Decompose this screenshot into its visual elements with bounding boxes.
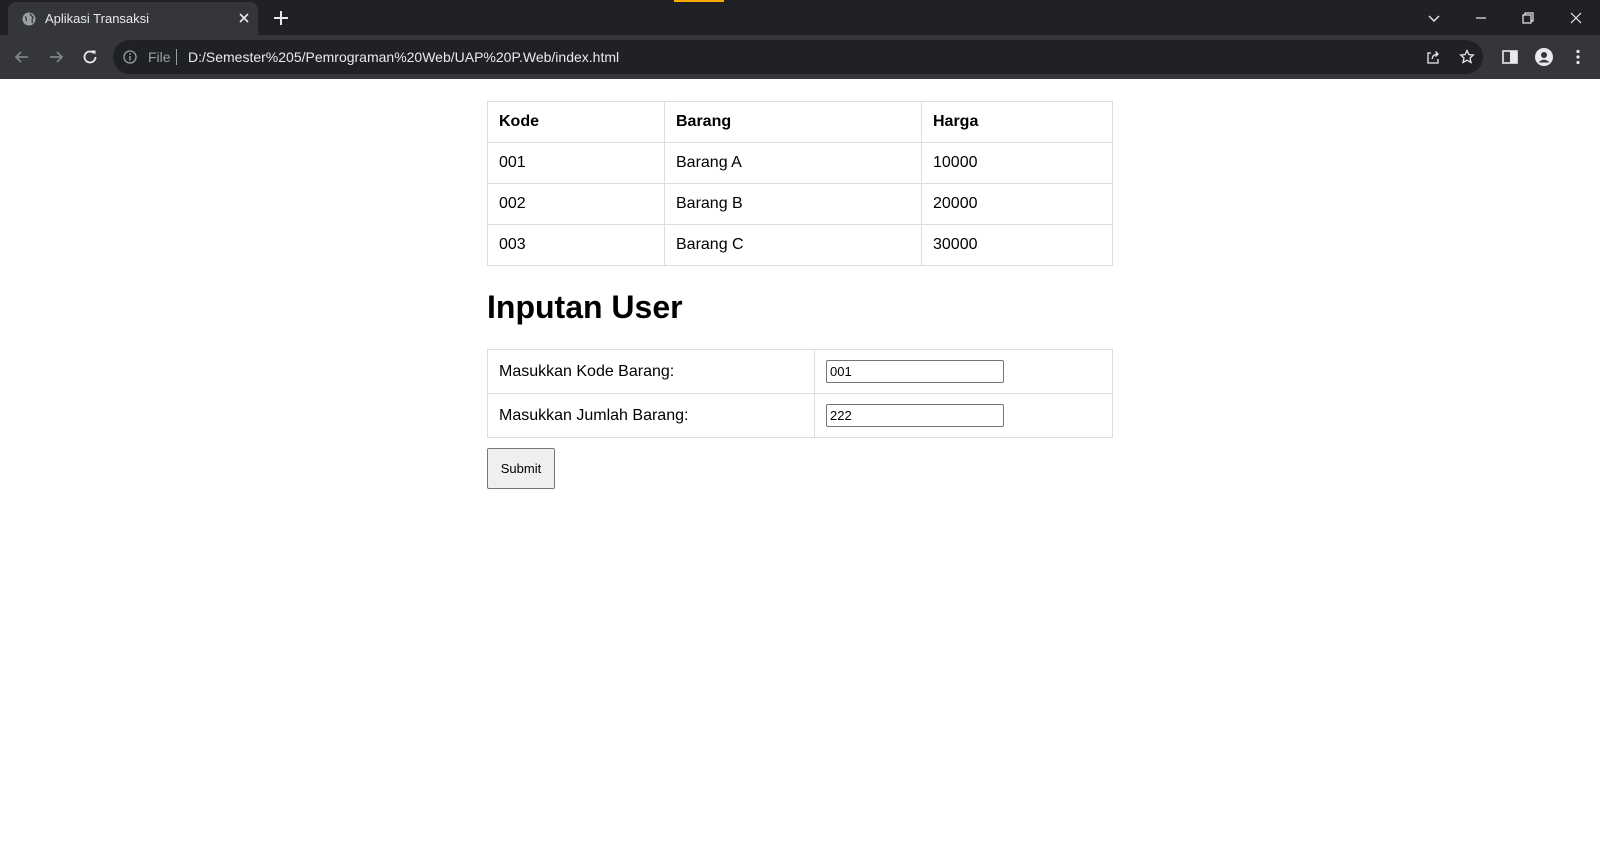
minimize-icon[interactable]: [1471, 8, 1491, 28]
forward-arrow-icon[interactable]: [46, 47, 66, 67]
reload-icon[interactable]: [80, 47, 100, 67]
cell-harga: 30000: [921, 224, 1113, 266]
url-scheme-label: File: [148, 49, 171, 65]
submit-button[interactable]: Submit: [487, 448, 555, 489]
jumlah-label: Masukkan Jumlah Barang:: [487, 393, 815, 438]
new-tab-icon[interactable]: [272, 9, 290, 27]
table-row: 003 Barang C 30000: [487, 224, 1113, 266]
restore-icon[interactable]: [1518, 8, 1538, 28]
jumlah-input-cell: [814, 393, 1113, 438]
kode-barang-input[interactable]: [826, 360, 1004, 383]
browser-toolbar: File D:/Semester%205/Pemrograman%20Web/U…: [0, 35, 1600, 79]
cell-harga: 20000: [921, 183, 1113, 225]
address-bar[interactable]: File D:/Semester%205/Pemrograman%20Web/U…: [113, 40, 1483, 74]
bookmark-star-icon[interactable]: [1459, 49, 1475, 65]
table-row: 001 Barang A 10000: [487, 142, 1113, 184]
product-table: Kode Barang Harga 001 Barang A 10000 002…: [487, 101, 1113, 266]
table-header-row: Kode Barang Harga: [487, 101, 1113, 143]
page-content: Kode Barang Harga 001 Barang A 10000 002…: [487, 101, 1113, 489]
browser-titlebar: Aplikasi Transaksi: [0, 0, 1600, 35]
globe-icon: [22, 12, 36, 26]
cell-harga: 10000: [921, 142, 1113, 184]
cell-kode: 001: [487, 142, 665, 184]
profile-avatar-icon[interactable]: [1534, 47, 1554, 67]
header-harga: Harga: [921, 101, 1113, 143]
close-window-icon[interactable]: [1566, 8, 1586, 28]
window-accent-bar: [674, 0, 724, 2]
back-arrow-icon[interactable]: [12, 47, 32, 67]
close-tab-icon[interactable]: [236, 10, 252, 26]
tab-title: Aplikasi Transaksi: [45, 11, 150, 26]
side-panel-icon[interactable]: [1500, 47, 1520, 67]
kode-input-cell: [814, 349, 1113, 394]
table-row: 002 Barang B 20000: [487, 183, 1113, 225]
cell-barang: Barang C: [664, 224, 922, 266]
menu-kebab-icon[interactable]: [1568, 47, 1588, 67]
header-barang: Barang: [664, 101, 922, 143]
info-icon[interactable]: [123, 50, 137, 64]
browser-tab[interactable]: Aplikasi Transaksi: [8, 2, 258, 35]
cell-kode: 002: [487, 183, 665, 225]
jumlah-barang-input[interactable]: [826, 404, 1004, 427]
form-row-jumlah: Masukkan Jumlah Barang:: [487, 393, 1113, 438]
omnibox-divider: [176, 49, 177, 65]
header-kode: Kode: [487, 101, 665, 143]
url-text[interactable]: D:/Semester%205/Pemrograman%20Web/UAP%20…: [188, 49, 619, 65]
input-form-table: Masukkan Kode Barang: Masukkan Jumlah Ba…: [487, 349, 1113, 438]
kode-label: Masukkan Kode Barang:: [487, 349, 815, 394]
cell-kode: 003: [487, 224, 665, 266]
tab-search-chevron-icon[interactable]: [1424, 8, 1444, 28]
cell-barang: Barang A: [664, 142, 922, 184]
cell-barang: Barang B: [664, 183, 922, 225]
form-heading: Inputan User: [487, 289, 683, 325]
form-row-kode: Masukkan Kode Barang:: [487, 349, 1113, 394]
share-icon[interactable]: [1425, 49, 1441, 65]
